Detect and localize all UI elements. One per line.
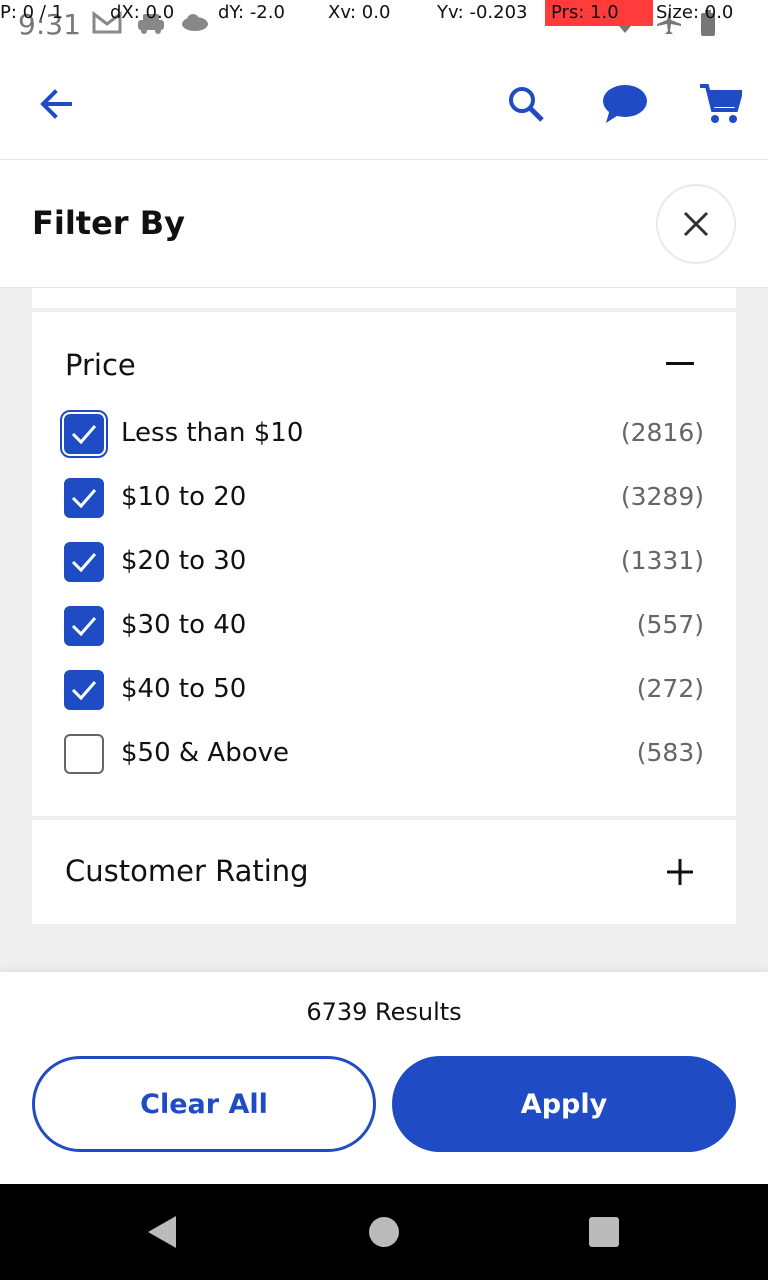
nav-recents-icon (589, 1217, 619, 1247)
nav-back-icon (148, 1216, 176, 1248)
check-icon (71, 617, 97, 637)
check-icon (71, 681, 97, 701)
price-option-50-and-above[interactable]: $50 & Above (583) (64, 730, 704, 782)
check-icon (71, 425, 97, 445)
debug-pressure: Prs: 1.0 (545, 0, 653, 26)
plus-icon (667, 859, 693, 885)
customer-rating-section-title[interactable]: Customer Rating (65, 854, 309, 888)
cart-icon (700, 84, 742, 123)
debug-dy: dY: -2.0 (218, 2, 285, 23)
price-filter-card: Price Less than $10 (2816) $10 to 20 (32… (32, 312, 736, 816)
checkbox[interactable] (64, 606, 104, 646)
checkbox[interactable] (64, 542, 104, 582)
customer-rating-filter-card[interactable]: Customer Rating (32, 820, 736, 924)
filter-header: Filter By (0, 160, 768, 288)
price-option-40-to-50[interactable]: $40 to 50 (272) (64, 666, 704, 718)
filter-scroll-area[interactable]: Price Less than $10 (2816) $10 to 20 (32… (0, 288, 768, 972)
debug-yv: Yv: -0.203 (437, 2, 528, 23)
debug-xv: Xv: 0.0 (328, 2, 391, 23)
app-bar (0, 48, 768, 160)
check-icon (71, 489, 97, 509)
close-filter-button[interactable] (656, 184, 736, 264)
page-title: Filter By (32, 204, 185, 242)
close-icon (683, 211, 709, 237)
debug-dx: dX: 0.0 (110, 2, 175, 23)
back-button[interactable] (30, 78, 82, 130)
back-arrow-icon (40, 89, 72, 119)
results-count: 6739 Results (306, 998, 462, 1026)
check-icon (71, 553, 97, 573)
search-button[interactable] (500, 78, 552, 130)
apply-button[interactable]: Apply (392, 1056, 736, 1152)
status-bar: 9:31 P: 0 / 1 dX: 0.0 dY: -2.0 Xv: 0.0 Y… (0, 0, 768, 48)
price-option-less-than-10[interactable]: Less than $10 (2816) (60, 410, 704, 462)
nav-back-button[interactable] (144, 1212, 184, 1252)
option-label: $50 & Above (121, 738, 290, 768)
option-count: (2816) (620, 418, 704, 447)
checkbox[interactable] (64, 734, 104, 774)
price-section-title[interactable]: Price (65, 348, 136, 382)
price-option-30-to-40[interactable]: $30 to 40 (557) (64, 602, 704, 654)
price-collapse-toggle[interactable] (660, 362, 700, 366)
option-count: (1331) (620, 546, 704, 575)
checkbox[interactable] (64, 478, 104, 518)
filter-footer: 6739 Results Clear All Apply (0, 972, 768, 1184)
option-label: Less than $10 (121, 418, 304, 448)
clear-all-button[interactable]: Clear All (32, 1056, 376, 1152)
option-label: $30 to 40 (121, 610, 247, 640)
price-option-20-to-30[interactable]: $20 to 30 (1331) (64, 538, 704, 590)
debug-size: Size: 0.0 (656, 2, 734, 23)
pointer-debug-overlay: P: 0 / 1 dX: 0.0 dY: -2.0 Xv: 0.0 Yv: -0… (0, 0, 768, 28)
search-icon (509, 87, 544, 122)
customer-rating-expand-toggle[interactable] (664, 856, 696, 888)
chat-button[interactable] (598, 78, 650, 130)
android-nav-bar (0, 1184, 768, 1280)
previous-filter-card (32, 288, 736, 308)
checkbox[interactable] (60, 410, 108, 458)
checkbox[interactable] (64, 670, 104, 710)
option-count: (3289) (620, 482, 704, 511)
option-count: (272) (636, 674, 704, 703)
nav-home-icon (369, 1217, 399, 1247)
option-label: $20 to 30 (121, 546, 247, 576)
cart-button[interactable] (694, 78, 746, 130)
debug-pointer: P: 0 / 1 (0, 2, 64, 23)
option-count: (557) (636, 610, 704, 639)
option-count: (583) (636, 738, 704, 767)
price-option-10-to-20[interactable]: $10 to 20 (3289) (64, 474, 704, 526)
chat-icon (603, 85, 647, 123)
option-label: $40 to 50 (121, 674, 247, 704)
nav-recents-button[interactable] (584, 1212, 624, 1252)
nav-home-button[interactable] (364, 1212, 404, 1252)
option-label: $10 to 20 (121, 482, 247, 512)
